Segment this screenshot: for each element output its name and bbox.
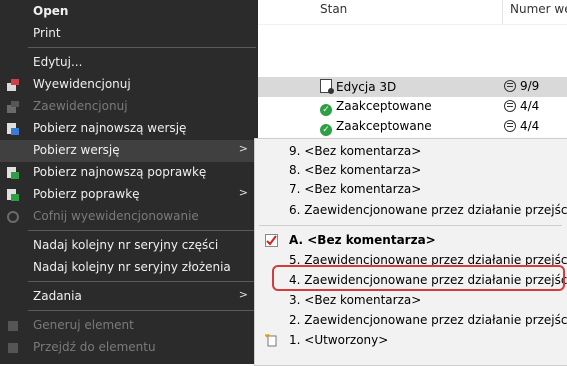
list-row[interactable]: Edycja 3D 9/9: [258, 77, 567, 97]
chevron-right-icon: >: [238, 186, 248, 199]
menu-item-get-revision[interactable]: Pobierz poprawkę >: [0, 184, 258, 206]
version-icon: [504, 120, 516, 132]
goto-icon: [8, 343, 18, 353]
menu-separator: [28, 281, 256, 282]
highlight-annotation: [272, 265, 565, 291]
edit-document-icon: [320, 79, 334, 94]
checkout-icon: [7, 79, 19, 91]
menu-item-tasks[interactable]: Zadania >: [0, 286, 258, 308]
generate-icon: [8, 321, 18, 331]
submenu-item-version[interactable]: 1. <Utworzony>: [255, 330, 567, 352]
submenu-item-version[interactable]: 7. <Bez komentarza>: [255, 179, 567, 201]
new-document-icon: [265, 334, 277, 347]
version-text: 9/9: [520, 79, 540, 93]
menu-item-get-latest-revision[interactable]: Pobierz najnowszą poprawkę: [0, 162, 258, 184]
state-text: Zaakceptowane: [336, 99, 432, 113]
column-header-version[interactable]: Numer wer: [510, 2, 567, 16]
submenu-item-version[interactable]: 3. <Bez komentarza>: [255, 290, 567, 312]
submenu-separator: [259, 225, 562, 226]
menu-item-open[interactable]: Open: [0, 1, 258, 23]
checked-version-icon: [265, 234, 278, 247]
menu-item-undo-checkout[interactable]: Cofnij wyewidencjonowanie: [0, 206, 258, 228]
version-text: 4/4: [520, 119, 540, 133]
submenu-item-current-version[interactable]: A. <Bez komentarza>: [255, 230, 567, 252]
state-text: Zaakceptowane: [336, 119, 432, 133]
list-row[interactable]: ✓ Zaakceptowane 4/4: [258, 117, 567, 137]
check-circle-icon: ✓: [320, 124, 332, 136]
menu-separator: [28, 310, 256, 311]
menu-item-edit[interactable]: Edytuj...: [0, 52, 258, 74]
version-icon: [504, 80, 516, 92]
menu-item-checkin[interactable]: Zaewidencjonuj: [0, 96, 258, 118]
get-revision-icon: [7, 189, 19, 201]
checkin-icon: [7, 101, 19, 113]
chevron-right-icon: >: [238, 288, 248, 301]
menu-item-get-latest[interactable]: Pobierz najnowszą wersję: [0, 118, 258, 140]
submenu-item-version[interactable]: 2. Zaewidencjonowane przez działanie prz…: [255, 310, 567, 332]
menu-item-goto[interactable]: Przejdź do elementu: [0, 337, 258, 359]
menu-separator: [28, 230, 256, 231]
list-row[interactable]: ✓ Zaakceptowane 4/4: [258, 97, 567, 117]
menu-item-generate[interactable]: Generuj element: [0, 315, 258, 337]
get-latest-icon: [7, 123, 19, 135]
get-latest-revision-icon: [7, 167, 19, 179]
version-text: 4/4: [520, 99, 540, 113]
state-text: Edycja 3D: [336, 80, 397, 94]
menu-separator: [28, 47, 256, 48]
menu-item-assembly-serial[interactable]: Nadaj kolejny nr seryjny złożenia: [0, 257, 258, 279]
column-divider[interactable]: [502, 0, 503, 24]
check-circle-icon: ✓: [320, 104, 332, 116]
menu-item-part-serial[interactable]: Nadaj kolejny nr seryjny części: [0, 235, 258, 257]
column-header-state[interactable]: Stan: [320, 2, 347, 16]
version-submenu: 9. <Bez komentarza> 8. <Bez komentarza> …: [254, 138, 567, 366]
version-icon: [504, 100, 516, 112]
context-menu: Open Print Edytuj... Wyewidencjonuj Zaew…: [0, 0, 258, 364]
chevron-right-icon: >: [238, 142, 248, 155]
undo-checkout-icon: [7, 211, 19, 223]
menu-item-print[interactable]: Print: [0, 23, 258, 45]
menu-item-get-version[interactable]: Pobierz wersję >: [0, 140, 258, 162]
submenu-item-version[interactable]: 6. Zaewidencjonowane przez działanie prz…: [255, 200, 567, 222]
list-header: Stan Numer wer: [258, 0, 567, 25]
menu-item-checkout[interactable]: Wyewidencjonuj: [0, 74, 258, 96]
